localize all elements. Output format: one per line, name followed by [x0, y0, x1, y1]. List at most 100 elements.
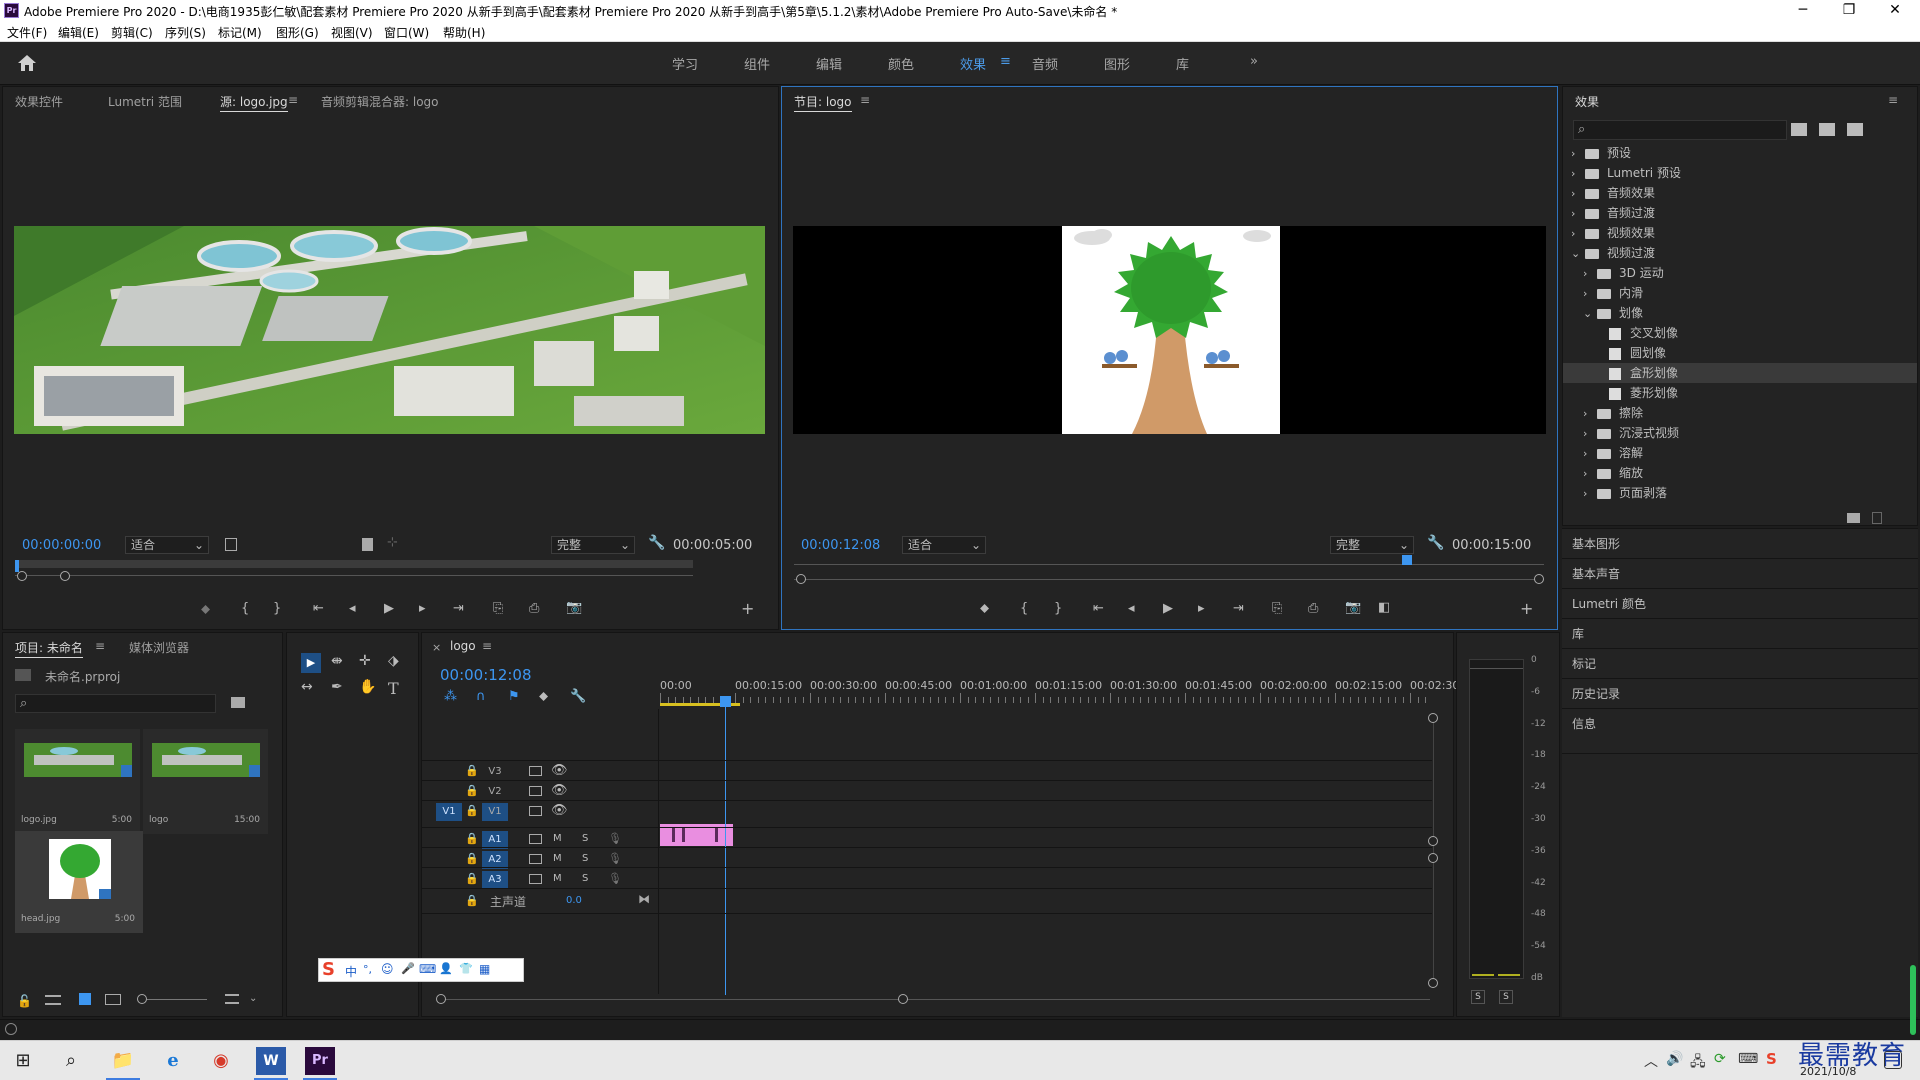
- zoom-slider-handle[interactable]: [137, 994, 147, 1004]
- program-compare-view-button[interactable]: ◧: [1378, 600, 1390, 615]
- icon-view-icon[interactable]: [79, 993, 91, 1005]
- program-play-button[interactable]: ▶: [1163, 601, 1173, 616]
- program-button-editor[interactable]: +: [1520, 599, 1533, 618]
- add-marker-icon[interactable]: ⬥: [539, 689, 548, 704]
- network-icon[interactable]: 🖧: [1690, 1051, 1706, 1075]
- effects-tree-item[interactable]: › 预设: [1563, 143, 1917, 163]
- ime-skin-icon[interactable]: 👕: [459, 962, 473, 975]
- workspace-learn[interactable]: 学习: [672, 54, 698, 73]
- source-export-frame-button[interactable]: 📷: [566, 600, 582, 615]
- chevron-right-icon[interactable]: ›: [1583, 404, 1597, 424]
- chrome-icon[interactable]: ◉: [206, 1047, 236, 1075]
- program-fit-dropdown[interactable]: 适合 ⌄: [902, 536, 986, 554]
- program-step-back-button[interactable]: ◂: [1128, 601, 1135, 616]
- new-search-bin-icon[interactable]: [231, 697, 245, 708]
- effects-tree-item[interactable]: › 3D 运动: [1563, 263, 1917, 283]
- pen-tool-icon[interactable]: ✒: [331, 679, 343, 695]
- panel-markers[interactable]: 标记: [1562, 648, 1918, 678]
- list-view-icon[interactable]: [45, 995, 61, 1005]
- effects-tree-item[interactable]: ⌄ 划像: [1563, 303, 1917, 323]
- track-lock-icon[interactable]: 🔒: [465, 894, 479, 907]
- solo-button[interactable]: S: [582, 853, 588, 864]
- menu-view[interactable]: 视图(V): [331, 24, 373, 41]
- ime-keyboard-icon[interactable]: ⌨: [419, 962, 436, 976]
- track-lock-icon[interactable]: 🔒: [465, 784, 479, 797]
- effects-tree-item[interactable]: › 页面剥落: [1563, 483, 1917, 503]
- effects-tree-item[interactable]: 交叉划像: [1563, 323, 1917, 343]
- track-target-v2[interactable]: V2: [482, 783, 508, 801]
- master-volume-value[interactable]: 0.0: [566, 895, 582, 906]
- source-button-editor[interactable]: +: [741, 599, 754, 618]
- workspace-color[interactable]: 颜色: [888, 54, 914, 73]
- scroll-handle[interactable]: [1428, 853, 1438, 863]
- effects-tree-item[interactable]: › 音频过渡: [1563, 203, 1917, 223]
- tab-media-browser[interactable]: 媒体浏览器: [129, 639, 189, 656]
- program-quality-dropdown[interactable]: 完整 ⌄: [1330, 536, 1414, 554]
- track-lock-icon[interactable]: 🔒: [465, 764, 479, 777]
- chevron-right-icon[interactable]: ›: [1571, 224, 1585, 244]
- snap-icon[interactable]: ∩: [476, 689, 486, 704]
- source-mark-out-button[interactable]: }: [273, 601, 281, 616]
- effects-tree-item[interactable]: › 内滑: [1563, 283, 1917, 303]
- project-item-head-jpg[interactable]: head.jpg 5:00: [15, 831, 143, 933]
- source-step-back-button[interactable]: ◂: [349, 601, 356, 616]
- workspace-menu-icon[interactable]: ≡: [1000, 54, 1011, 69]
- wrench-icon[interactable]: 🔧: [1427, 535, 1444, 551]
- effects-tree-item[interactable]: 圆划像: [1563, 343, 1917, 363]
- source-add-marker-button[interactable]: ⬥: [201, 602, 210, 617]
- track-lock-icon[interactable]: 🔒: [465, 852, 479, 865]
- workspace-libraries[interactable]: 库: [1176, 54, 1189, 73]
- ripple-edit-tool-icon[interactable]: ✛: [359, 653, 371, 669]
- drag-video-icon[interactable]: ⊹: [387, 535, 398, 550]
- zoom-handle-left[interactable]: [796, 574, 806, 584]
- sogou-logo-icon[interactable]: S: [322, 959, 335, 980]
- ime-mode-toggle[interactable]: 中: [345, 963, 357, 980]
- zoom-handle-left[interactable]: [17, 571, 27, 581]
- input-method-icon[interactable]: ⌨: [1738, 1051, 1758, 1067]
- effects-tree-item[interactable]: 盒形划像: [1563, 363, 1917, 383]
- sync-lock-icon[interactable]: [529, 834, 542, 844]
- chevron-right-icon[interactable]: ›: [1571, 164, 1585, 184]
- freeform-view-icon[interactable]: [105, 994, 121, 1005]
- menu-clip[interactable]: 剪辑(C): [111, 24, 153, 41]
- menu-file[interactable]: 文件(F): [7, 24, 47, 41]
- menu-sequence[interactable]: 序列(S): [165, 24, 206, 41]
- start-button[interactable]: ⊞: [8, 1047, 38, 1075]
- track-lock-icon[interactable]: 🔒: [465, 872, 479, 885]
- mute-button[interactable]: M: [553, 853, 562, 864]
- slip-tool-icon[interactable]: ↔: [301, 679, 313, 695]
- chevron-down-icon[interactable]: ⌄: [1583, 304, 1597, 324]
- workspace-graphics[interactable]: 图形: [1104, 54, 1130, 73]
- chevron-right-icon[interactable]: ›: [1583, 284, 1597, 304]
- program-mark-in-button[interactable]: {: [1020, 601, 1028, 616]
- source-tab-menu-icon[interactable]: ≡: [288, 93, 298, 107]
- effects-tree-item[interactable]: › 缩放: [1563, 463, 1917, 483]
- sort-icon[interactable]: [225, 994, 239, 1004]
- eye-icon[interactable]: 👁: [551, 763, 568, 778]
- solo-left-button[interactable]: S: [1471, 990, 1485, 1004]
- sync-icon[interactable]: ⟳: [1714, 1051, 1726, 1067]
- zoom-slider-track[interactable]: [147, 999, 207, 1000]
- chevron-right-icon[interactable]: ›: [1571, 144, 1585, 164]
- tab-sequence-logo[interactable]: logo: [450, 639, 476, 654]
- settings-toggle-icon[interactable]: [225, 538, 237, 551]
- program-go-to-in-button[interactable]: ⇤: [1093, 601, 1104, 616]
- source-play-button[interactable]: ▶: [384, 601, 394, 616]
- tab-source[interactable]: 源: logo.jpg: [220, 93, 288, 112]
- scroll-handle[interactable]: [1428, 713, 1438, 723]
- close-sequence-icon[interactable]: ×: [432, 641, 441, 654]
- panel-info[interactable]: 信息: [1562, 708, 1918, 738]
- ime-punct-icon[interactable]: °,: [363, 963, 372, 976]
- track-lock-icon[interactable]: 🔒: [465, 804, 479, 817]
- go-to-end-icon[interactable]: ⧓: [638, 892, 650, 906]
- program-add-marker-button[interactable]: ⬥: [980, 601, 989, 616]
- zoom-handle-right[interactable]: [60, 571, 70, 581]
- chevron-right-icon[interactable]: ›: [1571, 204, 1585, 224]
- solo-button[interactable]: S: [582, 873, 588, 884]
- new-bin-icon[interactable]: [1847, 513, 1860, 523]
- yuv-effects-icon[interactable]: [1847, 123, 1863, 136]
- timeline-playhead-line[interactable]: [725, 705, 726, 995]
- track-target-v1[interactable]: V1: [482, 803, 508, 821]
- effects-tree-item[interactable]: › 音频效果: [1563, 183, 1917, 203]
- program-playhead[interactable]: [1402, 555, 1412, 565]
